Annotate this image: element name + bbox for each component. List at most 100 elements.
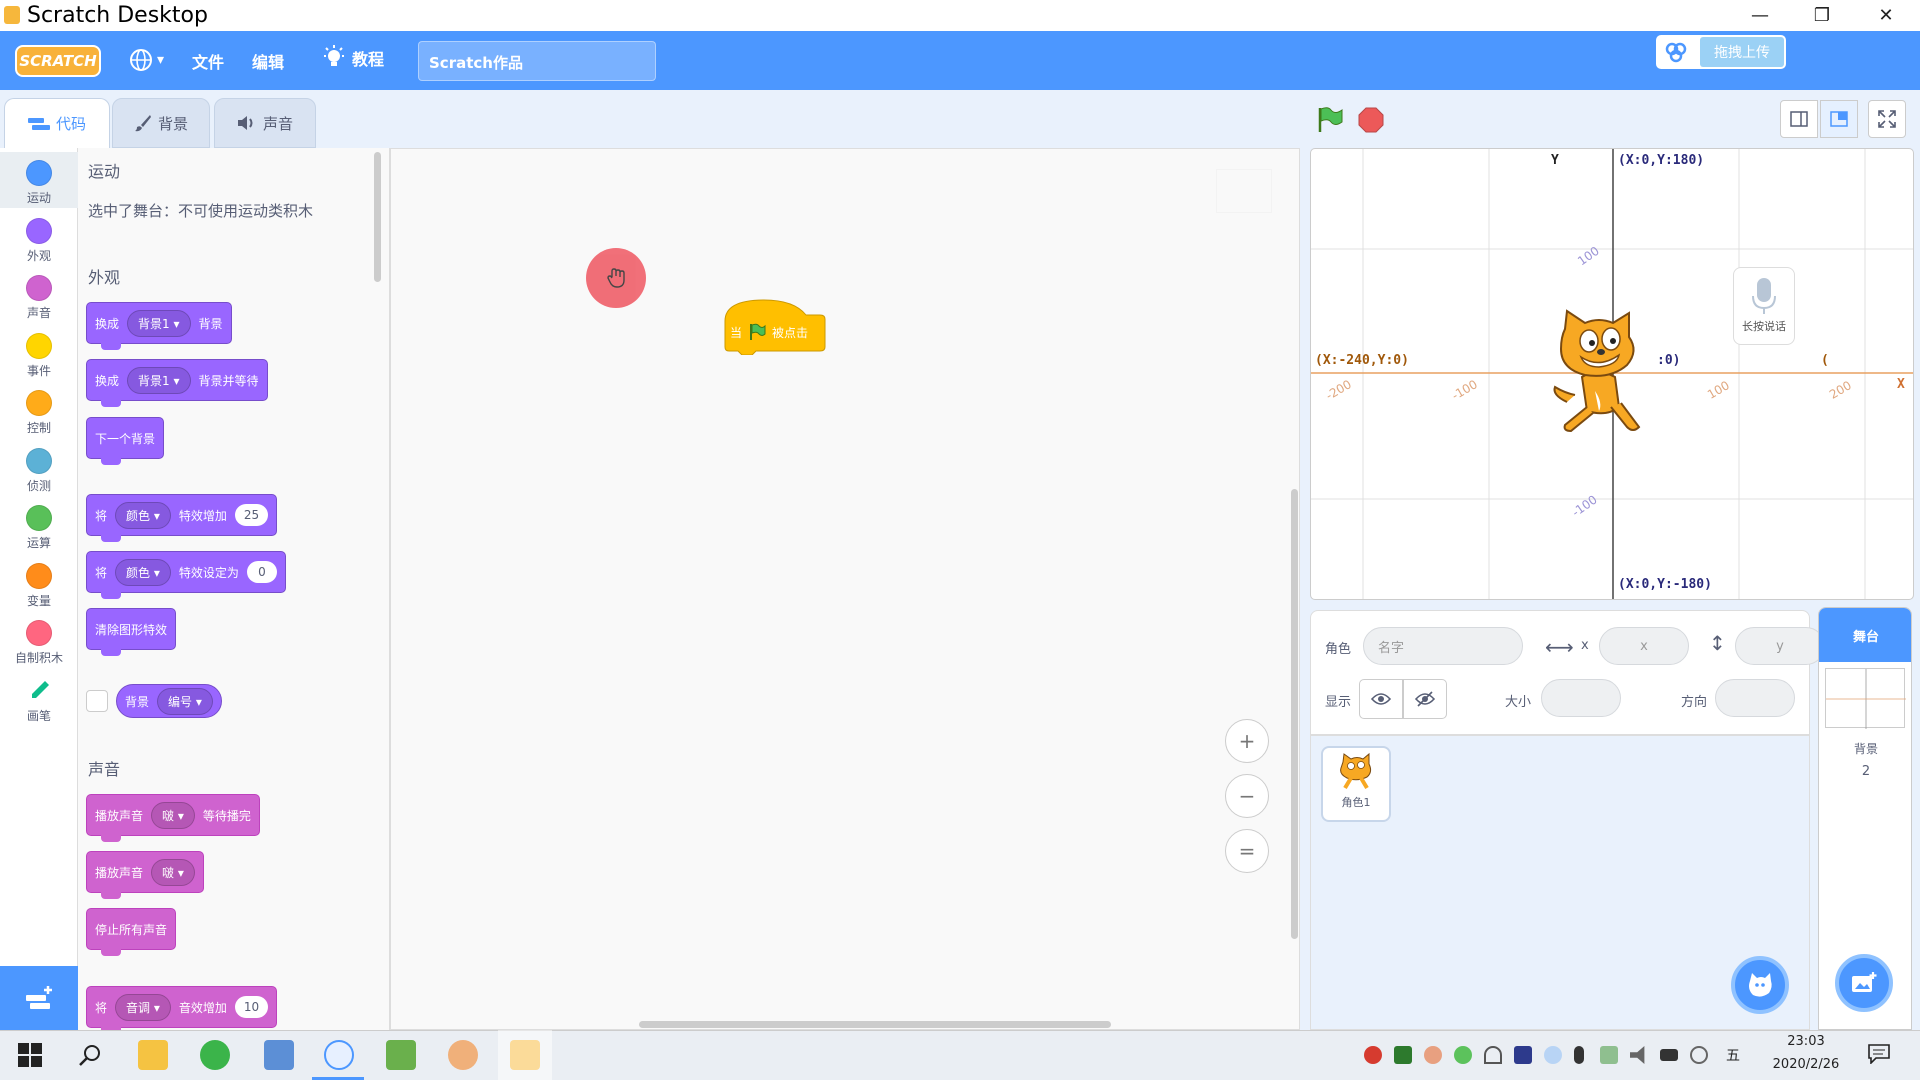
windows-start-button[interactable] xyxy=(18,1043,42,1071)
sound-dropdown[interactable]: 啵 ▾ xyxy=(151,858,195,886)
file-explorer-icon[interactable] xyxy=(138,1040,168,1070)
sprite-name-input[interactable]: 名字 xyxy=(1363,627,1523,665)
category-7[interactable]: 运算 xyxy=(0,497,78,553)
tray-app2-icon[interactable] xyxy=(1514,1046,1532,1064)
fullscreen-button[interactable] xyxy=(1868,100,1906,138)
image-app-icon[interactable] xyxy=(386,1040,416,1070)
tray-network-icon[interactable] xyxy=(1484,1046,1502,1064)
stop-button[interactable] xyxy=(1358,107,1384,137)
upload-button[interactable]: 拖拽上传 xyxy=(1656,35,1786,69)
sound-effect-dropdown[interactable]: 音调 ▾ xyxy=(115,993,171,1021)
taskbar-search-button[interactable] xyxy=(78,1043,102,1071)
user-app-icon[interactable] xyxy=(448,1040,478,1070)
stage-selector-panel[interactable]: 舞台 背景 2 xyxy=(1818,607,1912,1030)
switch-backdrop-wait-block[interactable]: 换成 背景1 ▾ 背景并等待 xyxy=(86,359,268,407)
tray-blocked-icon[interactable] xyxy=(1690,1046,1708,1064)
switch-backdrop-block[interactable]: 换成 背景1 ▾ 背景 xyxy=(86,302,232,350)
category-1[interactable]: 运动 xyxy=(0,152,78,208)
tutorials-menu[interactable]: 教程 xyxy=(322,45,384,71)
tray-microphone-icon[interactable] xyxy=(1574,1046,1584,1064)
tab-sounds[interactable]: 声音 xyxy=(214,98,316,148)
project-title-input[interactable]: Scratch作品 xyxy=(418,41,656,81)
language-menu[interactable]: ▾ xyxy=(128,47,164,73)
category-6[interactable]: 侦测 xyxy=(0,440,78,496)
add-extension-button[interactable] xyxy=(0,966,78,1030)
category-2[interactable]: 外观 xyxy=(0,210,78,266)
tray-device-icon[interactable] xyxy=(1600,1046,1618,1064)
change-effect-block[interactable]: 将 颜色 ▾ 特效增加 25 xyxy=(86,494,278,542)
sprite-tile[interactable]: 角色1 xyxy=(1321,746,1391,822)
size-input[interactable] xyxy=(1541,679,1621,717)
zoom-out-button[interactable]: − xyxy=(1225,774,1269,818)
category-8[interactable]: 变量 xyxy=(0,555,78,611)
close-button[interactable]: ✕ xyxy=(1856,0,1916,31)
y-position-input[interactable]: y xyxy=(1735,627,1825,665)
next-backdrop-block[interactable]: 下一个背景 xyxy=(86,417,165,465)
category-3[interactable]: 声音 xyxy=(0,267,78,323)
clock-date[interactable]: 2020/2/26 xyxy=(1762,1057,1850,1072)
change-sound-effect-block[interactable]: 将 音调 ▾ 音效增加 10 xyxy=(86,986,278,1030)
minimize-button[interactable]: — xyxy=(1730,0,1790,31)
sound-effect-value-input[interactable]: 10 xyxy=(234,996,269,1018)
backdrop-dropdown[interactable]: 背景1 ▾ xyxy=(127,366,191,394)
tray-nvidia-icon[interactable] xyxy=(1394,1046,1412,1064)
category-9[interactable]: 自制积木 xyxy=(0,612,78,668)
cat-sprite[interactable] xyxy=(1547,307,1657,437)
tray-user-icon[interactable] xyxy=(1424,1046,1442,1064)
direction-input[interactable] xyxy=(1715,679,1795,717)
effect-value-input[interactable]: 0 xyxy=(246,561,277,583)
play-sound-wait-block[interactable]: 播放声音 啵 ▾ 等待播完 xyxy=(86,794,260,842)
category-4[interactable]: 事件 xyxy=(0,325,78,381)
large-stage-button[interactable] xyxy=(1820,100,1858,138)
clock-time[interactable]: 23:03 xyxy=(1770,1034,1842,1049)
clear-effects-block[interactable]: 清除图形特效 xyxy=(86,608,177,656)
tab-backdrops[interactable]: 背景 xyxy=(112,98,210,148)
green-flag-button[interactable] xyxy=(1316,106,1344,138)
voice-input-button[interactable]: 长按说话 xyxy=(1733,267,1795,345)
hide-sprite-button[interactable] xyxy=(1403,679,1447,719)
tray-app-icon[interactable] xyxy=(1364,1046,1382,1064)
ime-indicator[interactable]: 五 xyxy=(1726,1045,1740,1065)
reporter-checkbox[interactable] xyxy=(86,690,108,712)
effect-value-input[interactable]: 25 xyxy=(234,504,269,526)
effect-dropdown[interactable]: 颜色 ▾ xyxy=(115,501,171,529)
notification-center-button[interactable] xyxy=(1868,1044,1890,1068)
choose-backdrop-button[interactable] xyxy=(1835,954,1893,1012)
stage-canvas[interactable]: Y (X:0,Y:180) (X:0,Y:-180) (X:-240,Y:0) … xyxy=(1310,148,1914,600)
tab-code[interactable]: 代码 xyxy=(4,98,110,148)
restore-button[interactable]: ❐ xyxy=(1792,0,1852,31)
right-coordinate-clipped: ( xyxy=(1821,353,1829,368)
file-menu[interactable]: 文件 xyxy=(192,49,224,73)
small-stage-button[interactable] xyxy=(1780,100,1818,138)
choose-sprite-button[interactable] xyxy=(1731,956,1789,1014)
title-bar: Scratch Desktop — ❐ ✕ xyxy=(0,0,1920,31)
script-horizontal-scrollbar[interactable] xyxy=(639,1021,1111,1028)
tray-cloud-icon[interactable] xyxy=(1544,1046,1562,1064)
effect-dropdown[interactable]: 颜色 ▾ xyxy=(115,558,171,586)
show-sprite-button[interactable] xyxy=(1359,679,1403,719)
zoom-in-button[interactable]: + xyxy=(1225,719,1269,763)
script-area[interactable]: 当 被点击 + − = xyxy=(390,148,1300,1030)
category-10[interactable]: 画笔 xyxy=(0,670,78,726)
tray-battery-icon[interactable] xyxy=(1660,1049,1678,1061)
cloud-app-icon[interactable] xyxy=(324,1040,354,1070)
script-vertical-scrollbar[interactable] xyxy=(1291,489,1298,939)
block-text: 音效增加 xyxy=(178,1000,227,1015)
sound-dropdown[interactable]: 啵 ▾ xyxy=(151,801,195,829)
zoom-reset-button[interactable]: = xyxy=(1225,829,1269,873)
computer-app-icon[interactable] xyxy=(264,1040,294,1070)
backdrop-dropdown[interactable]: 背景1 ▾ xyxy=(127,309,191,337)
stop-all-sounds-block[interactable]: 停止所有声音 xyxy=(86,908,177,956)
set-effect-block[interactable]: 将 颜色 ▾ 特效设定为 0 xyxy=(86,551,286,599)
x-position-input[interactable]: x xyxy=(1599,627,1689,665)
play-sound-block[interactable]: 播放声音 啵 ▾ xyxy=(86,851,204,899)
category-5[interactable]: 控制 xyxy=(0,382,78,438)
number-name-dropdown[interactable]: 编号 ▾ xyxy=(157,687,213,715)
edit-menu[interactable]: 编辑 xyxy=(252,49,284,73)
scratch-logo[interactable]: SCRATCH xyxy=(15,45,101,77)
tray-wechat-icon[interactable] xyxy=(1454,1046,1472,1064)
browser-icon[interactable] xyxy=(200,1040,230,1070)
backdrop-number-reporter[interactable]: 背景 编号 ▾ xyxy=(116,684,222,718)
when-flag-clicked-hat-block[interactable]: 当 被点击 xyxy=(724,297,826,355)
palette-scrollbar[interactable] xyxy=(374,152,381,282)
